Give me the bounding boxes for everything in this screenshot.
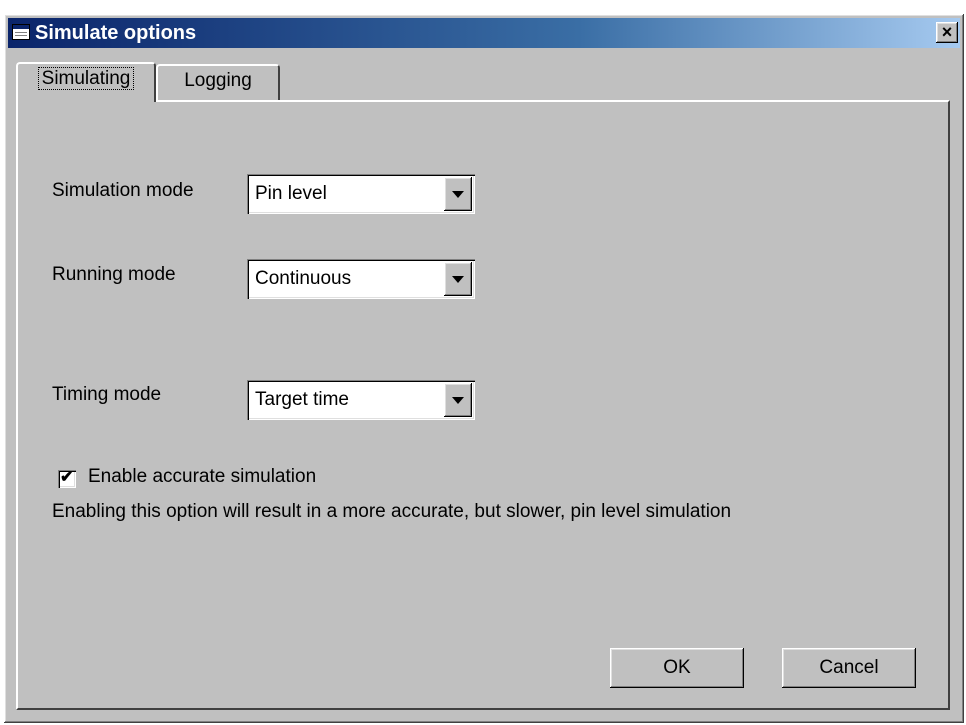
chevron-down-icon[interactable] — [444, 383, 472, 417]
cancel-button[interactable]: Cancel — [782, 648, 916, 688]
window-title: Simulate options — [35, 22, 197, 44]
chevron-down-icon[interactable] — [444, 262, 472, 296]
timing-mode-value: Target time — [255, 389, 349, 410]
accurate-simulation-checkbox[interactable]: ✔ — [58, 469, 76, 488]
checkmark-icon: ✔ — [60, 469, 74, 486]
simulate-options-dialog: Simulate options × Simulating Logging Si… — [4, 14, 964, 723]
close-icon[interactable]: × — [936, 22, 958, 43]
accurate-simulation-label[interactable]: Enable accurate simulation — [88, 466, 316, 488]
tab-simulating-label: Simulating — [37, 67, 135, 90]
accurate-simulation-description: Enabling this option will result in a mo… — [52, 501, 732, 522]
running-mode-value: Continuous — [255, 268, 352, 289]
ok-button[interactable]: OK — [610, 648, 744, 688]
running-mode-select[interactable]: Continuous — [247, 259, 475, 299]
tab-logging-label: Logging — [184, 70, 252, 91]
simulation-mode-label: Simulation mode — [52, 180, 194, 201]
tab-logging[interactable]: Logging — [156, 64, 280, 100]
chevron-down-icon[interactable] — [444, 177, 472, 211]
timing-mode-select[interactable]: Target time — [247, 380, 475, 420]
window-app-icon — [12, 24, 30, 40]
simulation-mode-select[interactable]: Pin level — [247, 174, 475, 214]
tab-simulating[interactable]: Simulating — [16, 62, 156, 102]
title-bar[interactable]: Simulate options × — [8, 18, 960, 48]
simulation-mode-value: Pin level — [255, 183, 327, 204]
timing-mode-label: Timing mode — [52, 384, 162, 405]
running-mode-label: Running mode — [52, 264, 176, 285]
